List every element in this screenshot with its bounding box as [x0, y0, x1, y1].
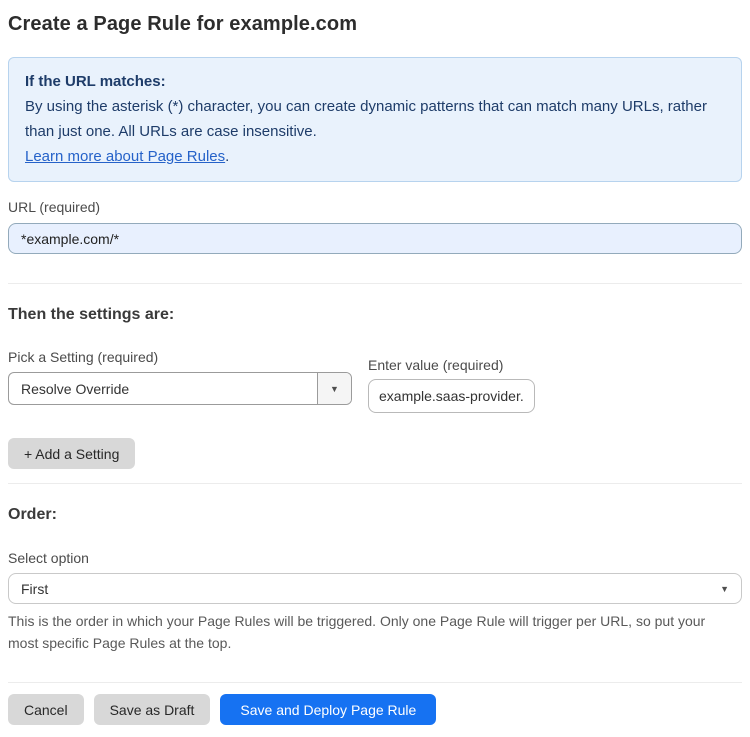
url-input[interactable]: [8, 223, 742, 254]
save-deploy-button[interactable]: Save and Deploy Page Rule: [220, 694, 437, 725]
chevron-down-icon: ▼: [720, 583, 729, 594]
section-divider: [8, 483, 742, 484]
url-match-info-box: If the URL matches: By using the asteris…: [8, 57, 742, 182]
order-select-label: Select option: [8, 550, 89, 566]
cancel-button[interactable]: Cancel: [8, 694, 84, 725]
settings-heading: Then the settings are:: [8, 306, 175, 323]
order-select[interactable]: First ▼: [8, 573, 742, 604]
info-box-heading: If the URL matches:: [25, 73, 166, 90]
setting-value-column: Enter value (required): [368, 349, 535, 413]
order-select-value: First: [21, 580, 49, 597]
setting-select-label: Pick a Setting (required): [8, 349, 159, 365]
save-draft-button[interactable]: Save as Draft: [93, 694, 211, 725]
footer-actions: Cancel Save as Draft Save and Deploy Pag…: [8, 694, 742, 725]
page-title: Create a Page Rule for example.com: [8, 13, 358, 35]
chevron-down-icon[interactable]: ▼: [317, 373, 351, 404]
create-page-rule-form: Create a Page Rule for example.com If th…: [0, 0, 750, 737]
url-field-label: URL (required): [8, 199, 101, 215]
value-field-label: Enter value (required): [368, 357, 504, 373]
setting-select[interactable]: Resolve Override ▼: [8, 372, 352, 405]
settings-row: Pick a Setting (required) Resolve Overri…: [8, 349, 742, 413]
order-heading: Order:: [8, 506, 57, 523]
setting-select-column: Pick a Setting (required) Resolve Overri…: [8, 349, 352, 405]
footer-divider: [8, 682, 742, 683]
link-suffix-period: .: [225, 148, 230, 165]
setting-value-input[interactable]: [368, 379, 535, 413]
add-setting-button[interactable]: + Add a Setting: [8, 438, 136, 469]
learn-more-link[interactable]: Learn more about Page Rules: [25, 148, 225, 165]
section-divider: [8, 283, 742, 284]
info-box-link-line: Learn more about Page Rules.: [25, 144, 725, 169]
order-help-text: This is the order in which your Page Rul…: [8, 613, 706, 651]
setting-select-value: Resolve Override: [21, 380, 130, 397]
info-box-body: By using the asterisk (*) character, you…: [25, 98, 707, 140]
